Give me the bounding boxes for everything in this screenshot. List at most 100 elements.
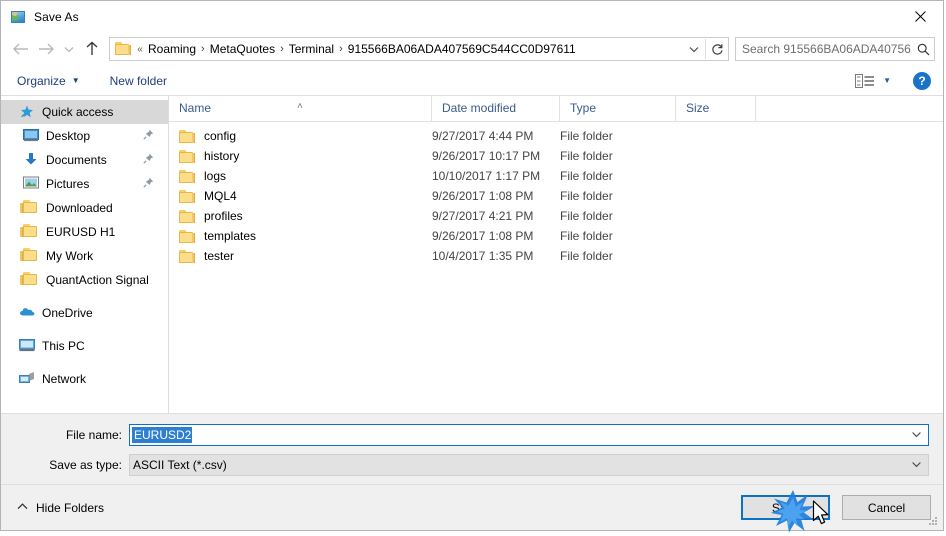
sidebar-item-desktop[interactable]: Desktop — [1, 124, 168, 148]
breadcrumb-item-guid[interactable]: 915566BA06ADA407569C544CC0D97611 — [345, 40, 579, 58]
search-icon — [912, 43, 934, 56]
table-row[interactable]: tester 10/4/2017 1:35 PM File folder — [169, 246, 943, 266]
chevron-down-icon[interactable] — [912, 461, 921, 470]
pictures-icon — [23, 176, 39, 192]
table-row[interactable]: templates 9/26/2017 1:08 PM File folder — [169, 226, 943, 246]
address-bar[interactable]: « Roaming › MetaQuotes › Terminal › 9155… — [109, 37, 729, 61]
sidebar-item-label: Quick access — [42, 105, 114, 119]
breadcrumb-separator[interactable]: › — [278, 43, 286, 55]
pin-icon — [143, 129, 154, 143]
file-type-cell: File folder — [560, 189, 613, 203]
sidebar-item-label: Desktop — [46, 129, 91, 143]
column-header-size[interactable]: Size — [676, 96, 756, 121]
sidebar-item-downloaded[interactable]: Downloaded — [1, 196, 168, 220]
sidebar-item-label: OneDrive — [42, 306, 93, 320]
cancel-button[interactable]: Cancel — [842, 495, 931, 520]
sidebar-item-this-pc[interactable]: This PC — [1, 334, 168, 358]
folder-icon — [179, 209, 195, 223]
sidebar-item-network[interactable]: Network — [1, 367, 168, 391]
table-row[interactable]: history 9/26/2017 10:17 PM File folder — [169, 146, 943, 166]
file-name-input[interactable]: EURUSD2 — [129, 424, 929, 446]
sidebar-item-eurusd-h1[interactable]: EURUSD H1 — [1, 220, 168, 244]
chevron-down-icon: ▼ — [71, 75, 80, 85]
up-button[interactable] — [79, 36, 105, 62]
file-name-row: File name: EURUSD2 — [1, 424, 943, 446]
sidebar-item-quantaction-signal[interactable]: QuantAction Signal — [1, 268, 168, 292]
forward-button[interactable] — [33, 36, 59, 62]
file-type-cell: File folder — [560, 249, 613, 263]
onedrive-cloud-icon — [19, 305, 35, 321]
table-row[interactable]: profiles 9/27/2017 4:21 PM File folder — [169, 206, 943, 226]
chevron-up-icon — [17, 503, 28, 512]
file-date-cell: 9/26/2017 1:08 PM — [432, 229, 534, 243]
organize-button[interactable]: Organize ▼ — [15, 71, 82, 91]
refresh-icon — [711, 43, 723, 55]
folder-icon — [179, 129, 195, 143]
hide-folders-button[interactable]: Hide Folders — [17, 501, 104, 515]
sidebar-item-pictures[interactable]: Pictures — [1, 172, 168, 196]
table-row[interactable]: config 9/27/2017 4:44 PM File folder — [169, 126, 943, 146]
save-as-dialog: Save As « Roaming › MetaQuotes › Termina… — [0, 0, 944, 531]
desktop-icon — [23, 128, 39, 144]
organize-label: Organize — [17, 73, 66, 88]
breadcrumb-item-terminal[interactable]: Terminal — [286, 40, 337, 58]
file-name-cell: logs — [169, 169, 432, 183]
navigation-pane: Quick access Desktop Documents Pictures … — [1, 96, 169, 413]
column-header-name[interactable]: Name ˄ — [169, 96, 432, 121]
dialog-body: Quick access Desktop Documents Pictures … — [1, 96, 943, 413]
chevron-down-icon — [689, 46, 699, 52]
breadcrumb-separator[interactable]: › — [199, 43, 207, 55]
column-header-date-modified[interactable]: Date modified — [432, 96, 560, 121]
refresh-button[interactable] — [706, 38, 728, 60]
table-row[interactable]: logs 10/10/2017 1:17 PM File folder — [169, 166, 943, 186]
arrow-right-icon — [38, 43, 54, 55]
breadcrumb-separator[interactable]: › — [337, 43, 345, 55]
file-name-label: logs — [204, 169, 227, 183]
breadcrumb: « Roaming › MetaQuotes › Terminal › 9155… — [135, 40, 683, 58]
help-icon: ? — [918, 73, 926, 88]
file-date-cell: 9/26/2017 10:17 PM — [432, 149, 541, 163]
change-view-button[interactable]: ▼ — [855, 73, 891, 89]
folder-icon — [20, 248, 39, 264]
save-as-type-select[interactable]: ASCII Text (*.csv) — [129, 454, 929, 476]
file-name-cell: templates — [169, 229, 432, 243]
folder-icon — [179, 149, 195, 163]
help-button[interactable]: ? — [913, 71, 931, 90]
file-name-label: tester — [204, 249, 235, 263]
column-header-label: Type — [570, 101, 597, 115]
file-name-value: EURUSD2 — [132, 427, 193, 443]
sidebar-item-label: QuantAction Signal — [46, 273, 149, 287]
column-headers: Name ˄ Date modified Type Size — [169, 96, 943, 122]
new-folder-button[interactable]: New folder — [108, 71, 169, 91]
column-header-type[interactable]: Type — [560, 96, 676, 121]
search-box[interactable]: Search 915566BA06ADA40756... — [735, 37, 935, 61]
resize-grip[interactable] — [927, 515, 939, 527]
sort-ascending-icon: ˄ — [297, 101, 303, 112]
back-button[interactable] — [7, 36, 33, 62]
breadcrumb-item-roaming[interactable]: Roaming — [145, 40, 199, 58]
folder-icon — [179, 229, 195, 243]
recent-locations-button[interactable] — [59, 36, 79, 62]
close-button[interactable] — [897, 1, 943, 31]
sidebar-item-label: Documents — [46, 153, 107, 167]
file-name-label: profiles — [204, 209, 243, 223]
table-row[interactable]: MQL4 9/26/2017 1:08 PM File folder — [169, 186, 943, 206]
sidebar-item-documents[interactable]: Documents — [1, 148, 168, 172]
save-as-type-label: Save as type: — [49, 458, 122, 472]
sidebar-item-label: Pictures — [46, 177, 90, 191]
breadcrumb-overflow[interactable]: « — [135, 44, 145, 55]
sidebar-item-my-work[interactable]: My Work — [1, 244, 168, 268]
file-date-cell: 10/10/2017 1:17 PM — [432, 169, 541, 183]
sidebar-item-quick-access[interactable]: Quick access — [1, 100, 168, 124]
save-button[interactable]: Save — [741, 495, 830, 520]
file-name-label: history — [204, 149, 240, 163]
documents-arrow-icon — [23, 152, 39, 168]
search-input[interactable]: Search 915566BA06ADA40756... — [736, 42, 912, 56]
sidebar-item-onedrive[interactable]: OneDrive — [1, 301, 168, 325]
dialog-footer: Hide Folders Save Cancel — [1, 484, 943, 530]
chevron-down-icon[interactable] — [912, 431, 921, 440]
breadcrumb-item-metaquotes[interactable]: MetaQuotes — [207, 40, 278, 58]
address-dropdown-button[interactable] — [683, 38, 705, 60]
file-date-cell: 9/27/2017 4:21 PM — [432, 209, 534, 223]
